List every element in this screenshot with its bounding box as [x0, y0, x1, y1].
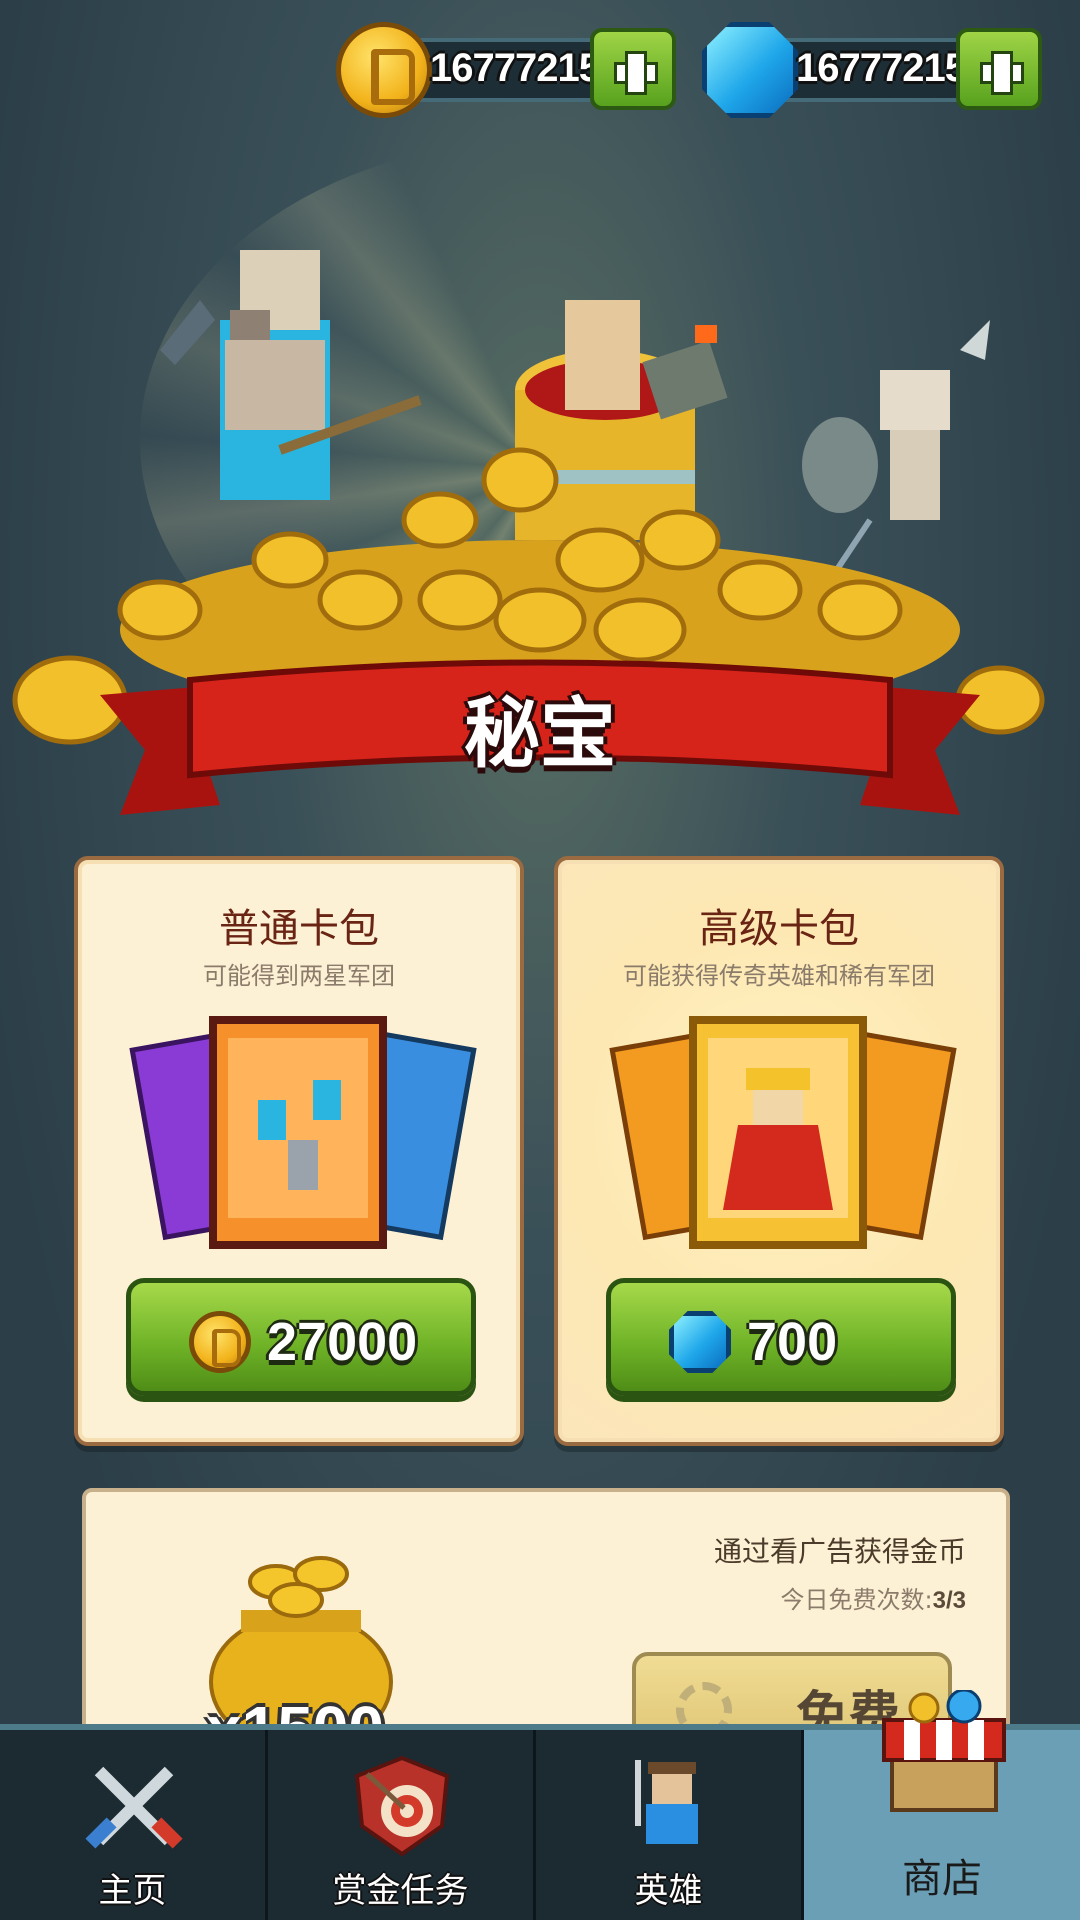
free-count-value: 3/3: [932, 1587, 966, 1614]
buy-premium-pack-button[interactable]: 700: [606, 1278, 956, 1396]
gem-icon: [669, 1311, 731, 1373]
hero-icon: [635, 1760, 698, 1844]
bottom-nav: 主页 赏金任务 英雄 商店: [0, 1690, 1080, 1920]
pack-subtitle: 可能得到两星军团: [203, 962, 395, 990]
treasure-barrel-icon: [515, 300, 728, 540]
archer-character-icon: [160, 250, 422, 500]
premium-pack-card[interactable]: 高级卡包 可能获得传奇英雄和稀有军团 700: [554, 856, 1004, 1446]
skeleton-character-icon: [802, 320, 990, 582]
nav-shop[interactable]: 商店: [804, 1690, 1080, 1920]
gold-counter: 16777215: [336, 22, 686, 118]
gold-coin-icon: [189, 1311, 251, 1373]
nav-label: 商店: [902, 1856, 982, 1902]
gem-counter: 16777215: [702, 22, 1052, 118]
nav-label: 主页: [98, 1871, 167, 1911]
common-pack-card[interactable]: 普通卡包 可能得到两星军团 27000: [74, 856, 524, 1446]
pack-title: 普通卡包: [219, 906, 379, 952]
shop-stall-icon: [882, 1690, 1006, 1812]
common-pack-icon: [129, 1016, 477, 1249]
nav-bounty[interactable]: 赏金任务: [268, 1730, 536, 1920]
shop-screen: 16777215 16777215 秘宝 普通卡包 可能得到两星军团 27000…: [0, 0, 1080, 1920]
free-count: 今日免费次数:3/3: [781, 1580, 966, 1615]
gem-icon: [702, 22, 798, 118]
gem-amount: 16777215: [796, 46, 967, 90]
free-count-label: 今日免费次数:: [780, 1586, 933, 1614]
add-gold-button[interactable]: [590, 28, 676, 110]
buy-common-pack-button[interactable]: 27000: [126, 1278, 476, 1396]
target-shield-icon: [354, 1756, 450, 1856]
pack-price: 27000: [267, 1312, 418, 1372]
crossed-swords-icon: [85, 1766, 183, 1849]
nav-label: 英雄: [634, 1871, 703, 1911]
ad-offer-title: 通过看广告获得金币: [713, 1535, 966, 1568]
page-title: 秘宝: [464, 689, 616, 778]
add-gems-button[interactable]: [956, 28, 1042, 110]
nav-home[interactable]: 主页: [0, 1730, 268, 1920]
nav-label: 赏金任务: [332, 1871, 469, 1911]
gold-amount: 16777215: [430, 46, 601, 90]
pack-subtitle: 可能获得传奇英雄和稀有军团: [623, 962, 935, 990]
pack-title: 高级卡包: [699, 906, 859, 952]
nav-heroes[interactable]: 英雄: [536, 1730, 804, 1920]
gold-coin-icon: [336, 22, 432, 118]
premium-pack-icon: [609, 1016, 957, 1249]
pack-price: 700: [747, 1312, 838, 1372]
